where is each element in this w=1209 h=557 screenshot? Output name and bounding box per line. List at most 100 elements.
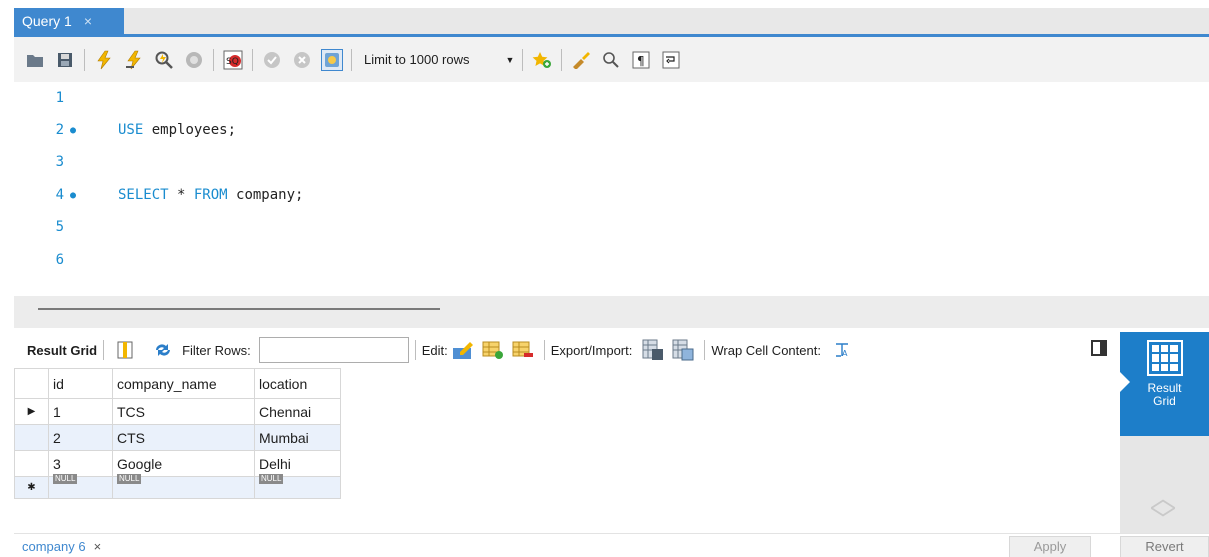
tab-bar: Query 1 × [0, 0, 1209, 37]
new-row-marker-icon[interactable]: ✱ [14, 476, 49, 499]
toolbar-separator [704, 340, 706, 360]
line-number: 5 [55, 219, 64, 235]
toolbar-separator [252, 48, 253, 71]
tab-strip [14, 8, 1209, 34]
export-icon[interactable] [642, 339, 664, 361]
bookmark-icon[interactable] [531, 49, 553, 71]
invisible-chars-icon[interactable]: ¶ [630, 49, 652, 71]
wrap-cell-icon[interactable]: A [831, 339, 853, 361]
editor-line: 2 ● USE employees; [14, 120, 236, 140]
code-text: USE employees; [118, 122, 237, 138]
table-row[interactable]: ▶ 1 TCS Chennai [14, 398, 341, 425]
statement-marker-icon: ● [70, 189, 77, 201]
toolbar-separator [561, 48, 563, 71]
execute-icon[interactable] [93, 49, 115, 71]
edit-row-icon[interactable] [452, 339, 474, 361]
editor-line: 1 [14, 88, 118, 108]
save-icon[interactable] [54, 49, 76, 71]
code-text: SELECT * FROM company; [118, 187, 304, 203]
revert-button[interactable]: Revert [1120, 536, 1209, 557]
commit-icon[interactable] [261, 49, 283, 71]
wrap-icon[interactable] [660, 49, 682, 71]
toolbar-separator [351, 48, 352, 71]
insert-row-icon[interactable] [482, 339, 504, 361]
stop-icon[interactable] [183, 49, 205, 71]
toolbar-separator [84, 48, 85, 71]
edit-label: Edit: [421, 342, 448, 358]
horizontal-scrollbar[interactable] [38, 308, 440, 310]
table-cell[interactable]: Mumbai [254, 424, 341, 451]
svg-text:A: A [842, 349, 848, 358]
result-grid-side-label: Result Grid [1147, 381, 1182, 408]
sql-editor[interactable]: 1 2 ● USE employees; 3 4 ● SELECT * FROM… [14, 82, 1209, 296]
sql-toolbar: SQ Limit to 1000 rows ▼ ¶ [14, 37, 1209, 82]
result-grid-label: Result Grid [27, 342, 98, 358]
row-header[interactable] [14, 450, 49, 477]
apply-button[interactable]: Apply [1009, 536, 1091, 557]
column-header-id[interactable]: id [48, 368, 113, 399]
toolbar-separator [213, 48, 214, 71]
toolbar-separator [543, 340, 545, 360]
execute-current-icon[interactable] [123, 49, 145, 71]
table-row[interactable]: 2 CTS Mumbai [14, 424, 341, 451]
null-badge: NULL [53, 473, 78, 484]
line-number: 3 [55, 154, 64, 170]
tab-title: Query 1 [22, 13, 72, 29]
table-cell[interactable]: Chennai [254, 398, 341, 425]
autocommit-icon[interactable] [321, 48, 343, 71]
table-header-row: id company_name location [14, 368, 341, 399]
table-cell[interactable]: TCS [112, 398, 255, 425]
chevron-down-icon[interactable]: ﹀ [1150, 500, 1176, 537]
new-row[interactable]: ✱ NULL NULL NULL [14, 473, 341, 499]
row-header[interactable] [14, 424, 49, 451]
null-badge: NULL [117, 473, 142, 484]
table-cell[interactable]: 2 [48, 424, 113, 451]
editor-line: 6 [14, 250, 118, 270]
svg-text:¶: ¶ [637, 54, 645, 68]
column-header-company-name[interactable]: company_name [112, 368, 255, 399]
rollback-icon[interactable] [291, 49, 313, 71]
folder-icon[interactable] [24, 49, 46, 71]
statement-marker-icon: ● [70, 124, 77, 136]
table-cell[interactable]: NULL [48, 473, 113, 499]
find-icon[interactable] [600, 49, 622, 71]
limit-rows-label: Limit to 1000 rows [364, 52, 470, 67]
toolbar-separator [103, 340, 105, 360]
beautify-icon[interactable] [570, 49, 592, 71]
tab-query-1[interactable]: Query 1 × [14, 8, 124, 34]
editor-line: 4 ● SELECT * FROM company; [14, 185, 304, 205]
table-cell[interactable]: NULL [254, 473, 341, 499]
toggle-error-icon[interactable]: SQ [222, 49, 244, 71]
editor-line: 5 [14, 217, 118, 237]
grid-layout-icon[interactable] [114, 339, 136, 361]
tab-close-icon[interactable]: × [84, 13, 92, 29]
column-header-location[interactable]: location [254, 368, 341, 399]
editor-results-splitter[interactable] [14, 296, 1209, 328]
filter-rows-input[interactable] [258, 337, 409, 363]
line-number: 4 [55, 187, 64, 203]
line-number: 2 [55, 122, 64, 138]
result-grid-side-button[interactable]: Result Grid [1120, 332, 1209, 436]
import-icon[interactable] [672, 339, 694, 361]
table-cell[interactable]: 1 [48, 398, 113, 425]
svg-text:SQ: SQ [226, 57, 239, 67]
filter-rows-label: Filter Rows: [182, 342, 251, 358]
toggle-side-panel-icon[interactable] [1091, 340, 1107, 356]
explain-icon[interactable] [153, 49, 175, 71]
delete-row-icon[interactable] [512, 339, 534, 361]
table-cell[interactable]: CTS [112, 424, 255, 451]
current-row-marker-icon[interactable]: ▶ [14, 398, 49, 425]
limit-rows-select[interactable]: Limit to 1000 rows ▼ [360, 48, 514, 72]
editor-line: 3 [14, 152, 118, 172]
toolbar-separator [522, 48, 524, 71]
line-number: 1 [55, 90, 64, 106]
result-grid[interactable]: id company_name location ▶ 1 TCS Chennai… [14, 368, 1120, 533]
result-tab-company-6[interactable]: company 6 × [22, 539, 101, 554]
result-grid-icon [1146, 340, 1183, 376]
row-header-corner [14, 368, 49, 399]
wrap-cell-content-label: Wrap Cell Content: [711, 342, 821, 358]
refresh-icon[interactable] [152, 339, 174, 361]
close-icon[interactable]: × [94, 539, 102, 554]
table-cell[interactable]: NULL [112, 473, 255, 499]
active-indicator-arrow [1120, 372, 1130, 392]
